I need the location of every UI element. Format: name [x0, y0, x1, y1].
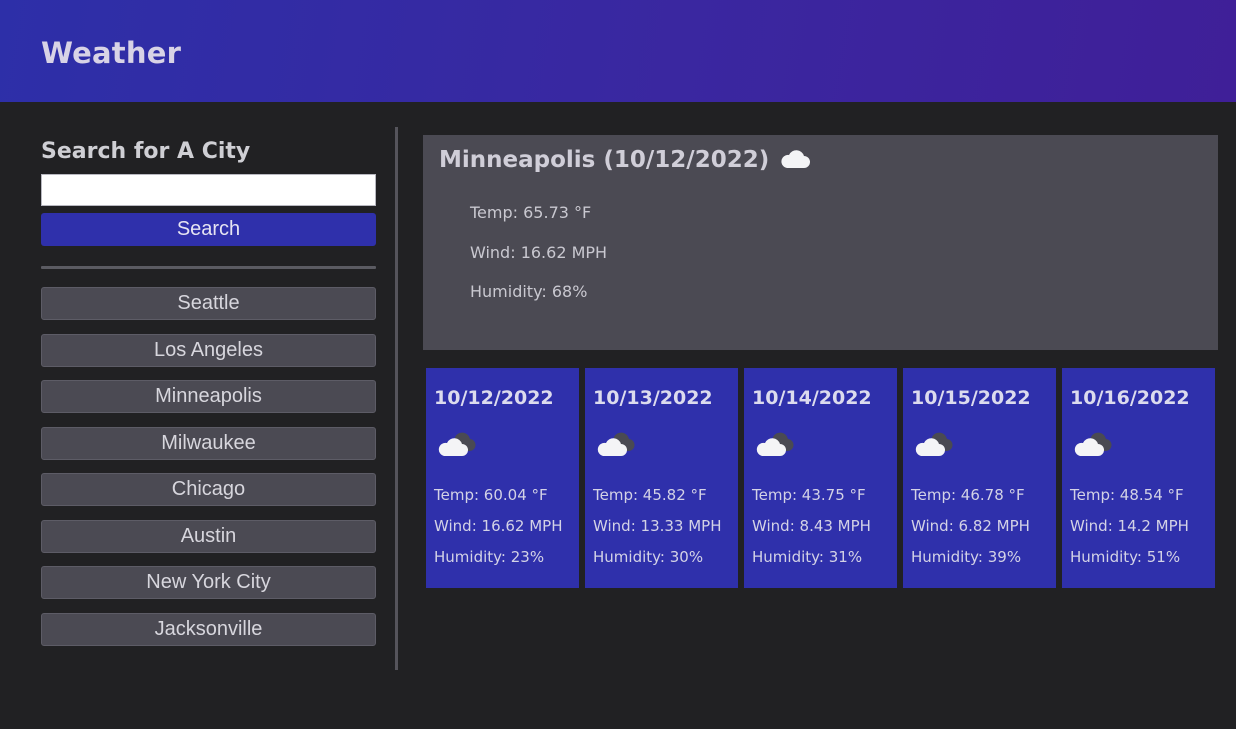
- forecast-wind: Wind: 14.2 MPH: [1070, 517, 1189, 535]
- cloud-icon: [915, 432, 953, 456]
- forecast-temp: Temp: 45.82 °F: [593, 486, 707, 504]
- forecast-date: 10/15/2022: [911, 387, 1031, 409]
- history-city-button[interactable]: Milwaukee: [41, 426, 376, 460]
- search-heading: Search for A City: [41, 139, 251, 164]
- current-wind: Wind: 16.62 MPH: [470, 242, 608, 262]
- sidebar-divider: [41, 266, 376, 269]
- city-search-input[interactable]: [41, 174, 376, 206]
- forecast-wind: Wind: 8.43 MPH: [752, 517, 871, 535]
- history-city-button[interactable]: Austin: [41, 519, 376, 553]
- forecast-wind: Wind: 13.33 MPH: [593, 517, 722, 535]
- forecast-humidity: Humidity: 31%: [752, 548, 863, 566]
- forecast-date: 10/14/2022: [752, 387, 872, 409]
- app-header: Weather: [0, 0, 1236, 102]
- five-day-forecast: 10/12/2022 Temp: 60.04 °F Wind: 16.62 MP…: [426, 368, 1215, 588]
- cloud-icon: [438, 432, 476, 456]
- search-sidebar: Search for A City Search Seattle Los Ang…: [41, 135, 376, 659]
- current-city-title: Minneapolis (10/12/2022): [439, 147, 770, 173]
- history-city-button[interactable]: Seattle: [41, 287, 376, 320]
- forecast-temp: Temp: 48.54 °F: [1070, 486, 1184, 504]
- forecast-date: 10/16/2022: [1070, 387, 1190, 409]
- history-city-button[interactable]: New York City: [41, 566, 376, 599]
- forecast-humidity: Humidity: 39%: [911, 548, 1022, 566]
- forecast-wind: Wind: 6.82 MPH: [911, 517, 1030, 535]
- forecast-temp: Temp: 46.78 °F: [911, 486, 1025, 504]
- forecast-humidity: Humidity: 23%: [434, 548, 545, 566]
- forecast-temp: Temp: 60.04 °F: [434, 486, 548, 504]
- cloud-icon: [597, 432, 635, 456]
- cloud-icon: [1074, 432, 1112, 456]
- cloud-icon: [781, 150, 811, 168]
- app-title: Weather: [41, 36, 182, 70]
- forecast-card: 10/15/2022 Temp: 46.78 °F Wind: 6.82 MPH…: [903, 368, 1056, 588]
- forecast-humidity: Humidity: 30%: [593, 548, 704, 566]
- cloud-icon: [756, 432, 794, 456]
- history-city-button[interactable]: Chicago: [41, 473, 376, 506]
- forecast-humidity: Humidity: 51%: [1070, 548, 1181, 566]
- forecast-date: 10/13/2022: [593, 387, 713, 409]
- current-weather-panel: Minneapolis (10/12/2022) Temp: 65.73 °F …: [423, 135, 1218, 350]
- forecast-card: 10/13/2022 Temp: 45.82 °F Wind: 13.33 MP…: [585, 368, 738, 588]
- forecast-card: 10/12/2022 Temp: 60.04 °F Wind: 16.62 MP…: [426, 368, 579, 588]
- search-button[interactable]: Search: [41, 213, 376, 246]
- history-city-button[interactable]: Los Angeles: [41, 333, 376, 367]
- current-temp: Temp: 65.73 °F: [470, 203, 592, 222]
- forecast-wind: Wind: 16.62 MPH: [434, 517, 563, 535]
- forecast-card: 10/14/2022 Temp: 43.75 °F Wind: 8.43 MPH…: [744, 368, 897, 588]
- forecast-temp: Temp: 43.75 °F: [752, 486, 866, 504]
- forecast-date: 10/12/2022: [434, 387, 554, 409]
- current-humidity: Humidity: 68%: [470, 282, 588, 301]
- history-city-button[interactable]: Minneapolis: [41, 380, 376, 413]
- vertical-divider: [395, 127, 398, 670]
- history-city-button[interactable]: Jacksonville: [41, 612, 376, 646]
- search-history-list: Seattle Los Angeles Minneapolis Milwauke…: [41, 287, 376, 646]
- forecast-card: 10/16/2022 Temp: 48.54 °F Wind: 14.2 MPH…: [1062, 368, 1215, 588]
